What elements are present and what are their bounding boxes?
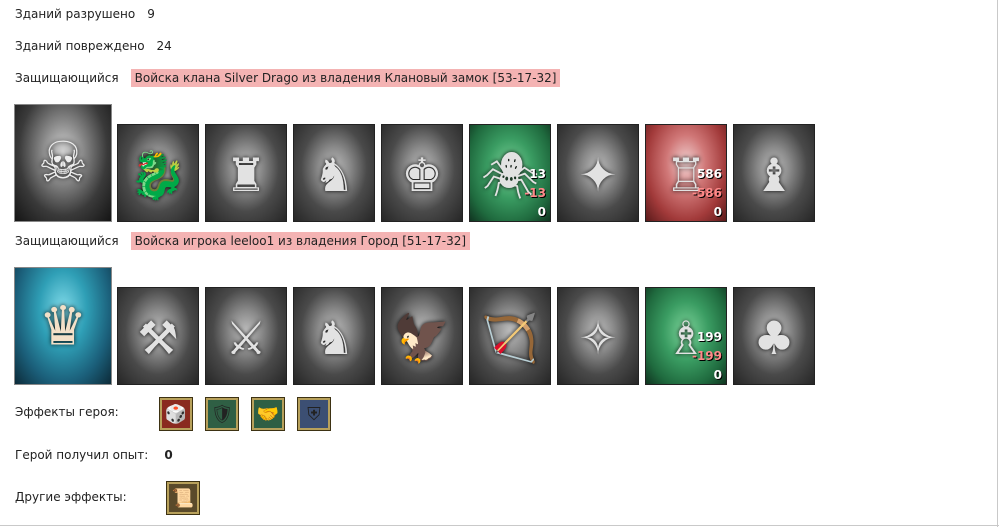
druid-icon[interactable]: ♗ 199 -199 0 (645, 287, 727, 385)
handshake-shield-icon[interactable]: 🤝 (251, 397, 285, 431)
centaur-icon[interactable]: ♞ (293, 287, 375, 385)
buildings-damaged-label: Зданий повреждено (15, 39, 145, 53)
dice-hand-icon[interactable]: 🎲 (159, 397, 193, 431)
dwarf-icon[interactable]: ⚒ (117, 287, 199, 385)
spider-left: 0 (537, 205, 546, 219)
buildings-destroyed-value: 9 (147, 7, 155, 21)
hero-xp-row: Герой получил опыт: 0 (15, 448, 173, 462)
druid-left: 0 (713, 368, 722, 382)
gargoyle-icon[interactable]: ♚ (381, 124, 463, 222)
scroll-icon[interactable]: 📜 (166, 481, 200, 515)
frame-border-right (997, 0, 998, 527)
defender-1-title[interactable]: Войска клана Silver Drago из владения Кл… (130, 69, 561, 87)
defender-2-title[interactable]: Войска игрока leeloo1 из владения Город … (130, 232, 471, 250)
buildings-damaged-row: Зданий повреждено 24 (15, 39, 172, 53)
spider-lost: -13 (524, 186, 546, 200)
hydra-icon[interactable]: 🐉 (117, 124, 199, 222)
other-effects-label: Другие эффекты: (15, 490, 127, 504)
spider-total: 13 (529, 167, 546, 181)
siege-tower-icon[interactable]: ♖ 586 -586 0 (645, 124, 727, 222)
hero-xp-value: 0 (164, 448, 173, 462)
druid-total: 199 (696, 330, 722, 344)
hero-effects-list: 🎲 🛡 🤝 ⛨ (159, 397, 359, 433)
griffin-icon[interactable]: 🦅 (381, 287, 463, 385)
defender-2-header: Защищающийся Войска игрока leeloo1 из вла… (15, 232, 471, 250)
golem-icon[interactable]: ♜ (205, 124, 287, 222)
archer-icon[interactable]: 🏹 (469, 287, 551, 385)
demon-icon[interactable]: ♝ (733, 124, 815, 222)
shield-icon[interactable]: 🛡 (205, 397, 239, 431)
ent-icon[interactable]: ♣ (733, 287, 815, 385)
hero-effects-label: Эффекты героя: (15, 405, 119, 419)
knight-icon[interactable]: ⚔ (205, 287, 287, 385)
spearman-icon[interactable]: ♞ (293, 124, 375, 222)
spider-icon[interactable]: 🕷 13 -13 0 (469, 124, 551, 222)
siege-tower-lost: -586 (691, 186, 722, 200)
defender-1-header: Защищающийся Войска клана Silver Drago из… (15, 69, 561, 87)
buildings-destroyed-label: Зданий разрушено (15, 7, 136, 21)
dark-lord-portrait-icon[interactable]: ☠ (14, 104, 112, 222)
druid-lost: -199 (691, 349, 722, 363)
mage-icon[interactable]: ✦ (557, 124, 639, 222)
siege-tower-left: 0 (713, 205, 722, 219)
elf-heroine-portrait-icon[interactable]: ♛ (14, 267, 112, 385)
frame-border-bottom (0, 525, 999, 526)
buildings-destroyed-row: Зданий разрушено 9 (15, 7, 155, 21)
buildings-damaged-value: 24 (156, 39, 172, 53)
sorceress-icon[interactable]: ✧ (557, 287, 639, 385)
hero-xp-label: Герой получил опыт: (15, 448, 149, 462)
armor-icon[interactable]: ⛨ (297, 397, 331, 431)
defender-2-label: Защищающийся (15, 234, 119, 248)
defender-1-label: Защищающийся (15, 71, 119, 85)
siege-tower-total: 586 (696, 167, 722, 181)
